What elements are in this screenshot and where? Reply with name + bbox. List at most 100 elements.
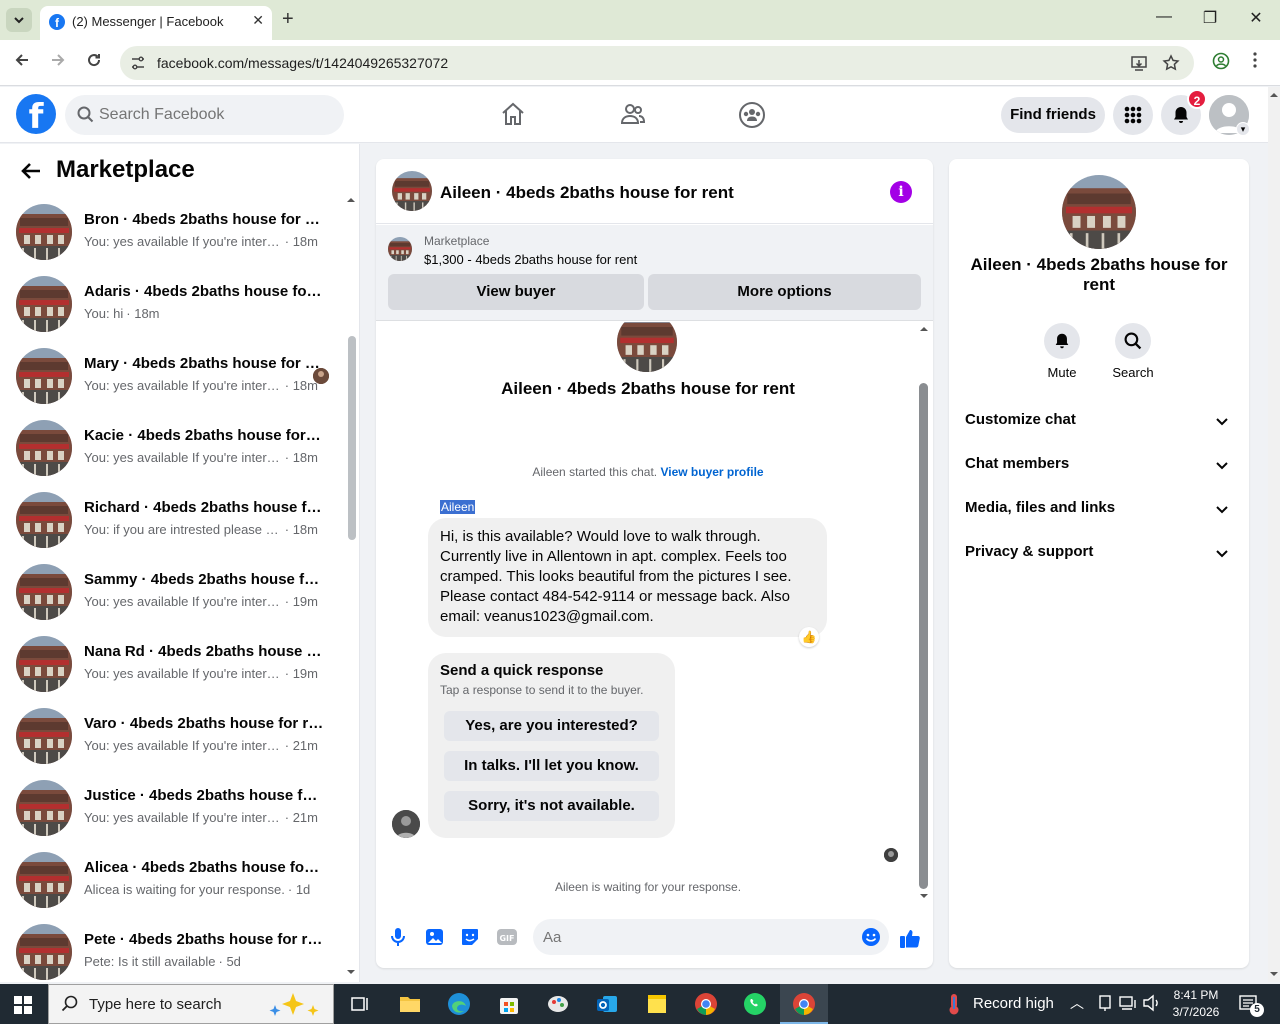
taskbar-search[interactable]: Type here to search: [48, 984, 334, 1024]
paint-app-icon[interactable]: [546, 992, 570, 1016]
more-options-button[interactable]: More options: [648, 274, 921, 310]
mute-action[interactable]: Mute: [1032, 323, 1092, 380]
back-arrow-icon[interactable]: [20, 160, 42, 187]
view-buyer-button[interactable]: View buyer: [388, 274, 644, 310]
close-window-button[interactable]: ✕: [1236, 8, 1276, 28]
browser-tabbar: f (2) Messenger | Facebook ✕ + — ❐ ✕: [0, 0, 1280, 40]
show-hidden-icons-chevron-up-icon[interactable]: ︿: [1070, 993, 1084, 1013]
groups-icon[interactable]: [738, 101, 766, 134]
windows-start-icon[interactable]: [14, 996, 32, 1019]
ethernet-icon[interactable]: [1118, 994, 1142, 1018]
gif-icon[interactable]: GIF: [496, 927, 518, 952]
search-label: Search: [1112, 365, 1154, 380]
message-input[interactable]: [543, 919, 843, 955]
quick-response-option[interactable]: In talks. I'll let you know.: [444, 751, 659, 781]
sidebar-scrollbar-track[interactable]: [346, 194, 356, 978]
search-conversation-icon[interactable]: [1115, 323, 1151, 359]
notification-count-badge: 2: [1187, 89, 1207, 109]
privacy-support-row[interactable]: Privacy & support: [965, 543, 1233, 567]
forward-icon[interactable]: [50, 52, 66, 73]
conversation-item[interactable]: Kacie · 4beds 2baths house for rent You: …: [16, 420, 336, 478]
new-tab-button[interactable]: +: [282, 8, 294, 30]
search-action[interactable]: Search: [1103, 323, 1163, 380]
account-caret-icon[interactable]: ▾: [1236, 122, 1250, 136]
back-icon[interactable]: [14, 52, 30, 73]
page-scrollbar[interactable]: [1268, 87, 1280, 982]
close-tab-icon[interactable]: ✕: [252, 12, 264, 29]
photo-icon[interactable]: [425, 927, 445, 952]
conversation-item[interactable]: Alicea · 4beds 2baths house for rent Alic…: [16, 852, 336, 910]
kebab-menu-icon[interactable]: [1252, 52, 1258, 73]
view-buyer-profile-link[interactable]: View buyer profile: [660, 465, 763, 479]
thumbs-up-reaction-icon[interactable]: 👍: [799, 627, 819, 647]
facebook-logo[interactable]: f: [16, 94, 56, 134]
sidebar-scrollbar-thumb[interactable]: [348, 336, 356, 540]
outlook-icon[interactable]: [595, 992, 619, 1016]
whatsapp-icon[interactable]: [743, 992, 767, 1016]
weather-text[interactable]: Record high: [973, 995, 1054, 1012]
info-icon[interactable]: i: [890, 181, 912, 203]
chrome-icon[interactable]: [694, 992, 718, 1016]
conversation-item[interactable]: Varo · 4beds 2baths house for rent You: y…: [16, 708, 336, 766]
chat-avatar[interactable]: [392, 171, 432, 211]
emoji-icon[interactable]: [861, 927, 881, 952]
profile-icon[interactable]: [1212, 52, 1230, 75]
message-bubble[interactable]: Hi, is this available? Would love to wal…: [428, 518, 827, 637]
conversation-item[interactable]: Pete · 4beds 2baths house for rent Pete: …: [16, 924, 336, 982]
conversation-item[interactable]: Bron · 4beds 2baths house for rent You: y…: [16, 204, 336, 262]
privacy-support-label: Privacy & support: [965, 543, 1094, 560]
tab-search-button[interactable]: [6, 8, 32, 32]
listing-title[interactable]: $1,300 - 4beds 2baths house for rent: [424, 252, 637, 267]
clock-time: 8:41 PM: [1173, 988, 1219, 1002]
install-app-icon[interactable]: [1130, 54, 1148, 77]
thermometer-icon[interactable]: [942, 992, 966, 1016]
microphone-icon[interactable]: [391, 927, 405, 952]
chat-title[interactable]: Aileen · 4beds 2baths house for rent: [440, 183, 734, 203]
find-friends-button[interactable]: Find friends: [1001, 97, 1105, 133]
bookmark-star-icon[interactable]: [1162, 54, 1180, 77]
message-input-box[interactable]: [533, 919, 889, 955]
sender-avatar[interactable]: [392, 810, 420, 838]
house-photo-icon: [16, 204, 72, 260]
restore-button[interactable]: ❐: [1190, 8, 1230, 28]
mute-bell-icon[interactable]: [1044, 323, 1080, 359]
friends-icon[interactable]: [620, 101, 646, 132]
chat-members-row[interactable]: Chat members: [965, 455, 1233, 479]
active-chrome-taskbar-item[interactable]: [780, 984, 828, 1024]
chat-scrollbar-thumb[interactable]: [919, 383, 928, 889]
facebook-search[interactable]: [65, 95, 344, 135]
quick-response-option[interactable]: Sorry, it's not available.: [444, 791, 659, 821]
menu-grid-button[interactable]: [1113, 95, 1153, 135]
details-title: Aileen · 4beds 2baths house for rent: [970, 255, 1228, 294]
site-settings-icon[interactable]: [130, 55, 146, 71]
home-icon[interactable]: [500, 101, 526, 132]
reload-icon[interactable]: [86, 52, 102, 73]
details-avatar[interactable]: [1062, 175, 1136, 249]
conversation-item[interactable]: Sammy · 4beds 2baths house for rent You: …: [16, 564, 336, 622]
omnibox[interactable]: facebook.com/messages/t/1424049265327072: [120, 46, 1194, 80]
search-input[interactable]: [99, 95, 329, 135]
customize-chat-row[interactable]: Customize chat: [965, 411, 1233, 435]
conversation-item[interactable]: Mary · 4beds 2baths house for rent You: y…: [16, 348, 336, 406]
url-text[interactable]: facebook.com/messages/t/1424049265327072: [157, 55, 448, 71]
network-device-icon[interactable]: [1096, 994, 1120, 1018]
sticker-icon[interactable]: [460, 927, 480, 952]
conversation-item[interactable]: Nana Rd · 4beds 2baths house for rent You…: [16, 636, 336, 694]
media-files-links-row[interactable]: Media, files and links: [965, 499, 1233, 523]
sticky-notes-icon[interactable]: [645, 992, 669, 1016]
conversation-item[interactable]: Adaris · 4beds 2baths house for rent You:…: [16, 276, 336, 334]
browser-tab[interactable]: f (2) Messenger | Facebook ✕: [40, 6, 272, 40]
like-thumb-icon[interactable]: [899, 927, 921, 954]
listing-thumbnail[interactable]: [388, 237, 412, 261]
volume-icon[interactable]: [1142, 994, 1166, 1018]
conversation-item[interactable]: Justice · 4beds 2baths house for rent You…: [16, 780, 336, 838]
conversation-thumbnail: [16, 204, 72, 260]
task-view-icon[interactable]: [348, 992, 372, 1016]
minimize-button[interactable]: —: [1144, 8, 1184, 26]
microsoft-store-icon[interactable]: [497, 992, 521, 1016]
edge-browser-icon[interactable]: [447, 992, 471, 1016]
file-explorer-icon[interactable]: [398, 992, 422, 1016]
quick-response-option[interactable]: Yes, are you interested?: [444, 711, 659, 741]
system-clock[interactable]: 8:41 PM 3/7/2026: [1168, 987, 1224, 1021]
conversation-item[interactable]: Richard · 4beds 2baths house for rent You…: [16, 492, 336, 550]
